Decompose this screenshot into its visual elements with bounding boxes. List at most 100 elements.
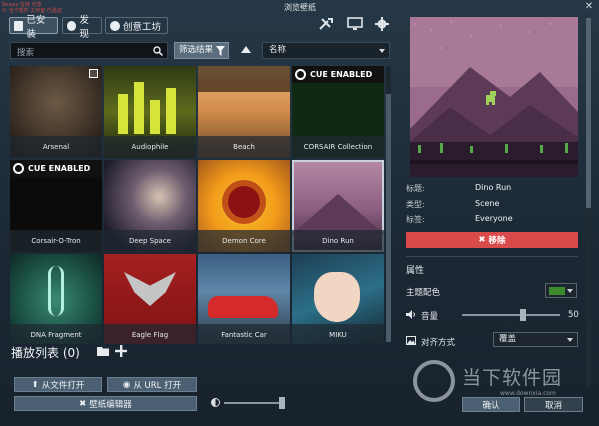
alignment-select[interactable]: 覆盖 [493,332,578,347]
open-url-label: 从 URL 打开 [133,380,182,391]
tags-label: 标签: [406,215,425,224]
wallpaper-tile[interactable]: Deep Space [104,160,196,252]
wallpaper-editor-button[interactable]: ✖ 壁纸编辑器 [14,396,197,411]
wallpaper-tile[interactable]: Eagle Flag [104,254,196,344]
wallpaper-preview [410,17,578,177]
equalizer-bar [150,100,160,134]
gear-icon[interactable] [374,17,390,31]
wallpaper-tile[interactable]: Fantastic Car [198,254,290,344]
properties-header: 属性 [406,266,425,276]
tab-workshop[interactable]: 创意工坊 [105,17,168,34]
add-icon[interactable] [115,345,127,357]
wallpaper-title: Deep Space [104,230,196,252]
cue-enabled-badge: CUE ENABLED [10,160,102,177]
upload-icon: ⬆ [31,379,39,390]
monitor-icon[interactable] [347,17,363,31]
wallpaper-title: Demon Core [198,230,290,252]
confirm-button[interactable]: 确认 [462,397,520,412]
wallpaper-tile[interactable]: CUE ENABLED CORSAIR Collection [292,66,384,158]
steam-icon [110,20,120,31]
sort-ascending-icon[interactable] [241,46,251,53]
playlist-title: 播放列表 (0) [11,346,80,360]
tab-workshop-label: 创意工坊 [123,21,162,33]
search-field[interactable]: 搜索 [10,42,168,59]
watermark-url: www.downxia.com [500,390,556,397]
cancel-button[interactable]: 取消 [524,397,583,412]
wallpaper-browser-window: Snowy 在线 分享 © 当下软件 工作室 已验证 浏览壁纸 ✕ 已安装 发现 … [0,0,599,426]
search-input[interactable]: 搜索 [17,46,34,58]
tab-discover-label: 发现 [79,14,89,40]
tab-discover[interactable]: 发现 [62,15,102,40]
alignment-value: 覆盖 [499,334,517,344]
search-icon[interactable] [153,46,163,56]
wallpaper-title: MIKU [292,324,384,344]
remove-button[interactable]: ✖ 移除 [406,232,578,248]
folder-open-icon[interactable] [97,346,110,357]
volume-label: 音量 [421,312,439,322]
type-label: 类型: [406,200,425,209]
theme-color-label: 主题配色 [406,288,441,298]
cue-enabled-badge: CUE ENABLED [292,66,384,83]
cue-icon [295,69,306,80]
window-title: 浏览壁纸 [284,3,316,12]
dna-helix [48,266,64,316]
equalizer-bar [166,88,176,134]
tools-icon[interactable] [318,17,334,31]
details-scrollbar-thumb[interactable] [586,18,591,208]
alignment-label: 对齐方式 [421,338,456,348]
volume-slider[interactable] [462,314,560,316]
volume-slider-handle[interactable] [520,309,526,321]
color-swatch [549,287,565,295]
title-label: 标题: [406,184,425,193]
wallpaper-tile[interactable]: Dino Run [292,160,384,252]
editor-label: 壁纸编辑器 [89,399,132,410]
theme-color-picker[interactable] [545,283,577,298]
open-file-button[interactable]: ⬆ 从文件打开 [14,377,102,392]
wallpaper-tile[interactable]: Audiophile [104,66,196,158]
chevron-down-icon [567,289,573,293]
open-url-button[interactable]: ◉ 从 URL 打开 [107,377,197,392]
tab-installed-label: 已安装 [26,14,46,40]
wallpaper-tile[interactable]: Demon Core [198,160,290,252]
volume-value: 50 [568,310,579,320]
wrench-icon: ✖ [79,398,87,409]
brightness-slider[interactable] [224,402,284,404]
demon-core-shape [228,186,260,218]
mountain-shape [292,194,384,234]
filter-button[interactable]: 筛选结果 [174,42,229,59]
remove-label: 移除 [488,236,506,246]
watermark-text: 当下软件园 [462,367,563,389]
wallpaper-title: Beach [198,136,290,158]
wallpaper-title: Audiophile [104,136,196,158]
type-value: Scene [475,199,500,208]
car-shape [208,296,278,318]
funnel-icon [216,46,225,56]
equalizer-bar [134,82,144,134]
select-checkbox[interactable] [89,69,98,78]
close-window-icon[interactable]: ✕ [580,0,598,13]
wallpaper-tile[interactable]: Beach [198,66,290,158]
wallpaper-tile[interactable]: Arsenal [10,66,102,158]
compass-icon [67,20,77,31]
divider [406,256,578,257]
sort-label: 名称 [269,45,287,55]
badge-text: CUE ENABLED [310,70,373,79]
brightness-slider-handle[interactable] [279,397,285,409]
brightness-icon [211,398,220,407]
speaker-icon [406,310,415,319]
details-scrollbar-track[interactable] [586,208,591,388]
wallpaper-title: Arsenal [10,136,102,158]
wallpaper-title: Eagle Flag [104,324,196,344]
badge-text: CUE ENABLED [28,164,91,173]
grid-scrollbar-thumb[interactable] [386,94,391,342]
sort-select[interactable]: 名称 [262,42,390,59]
image-icon [406,336,416,345]
wallpaper-tile[interactable]: CUE ENABLED Corsair-O-Tron [10,160,102,252]
wallpaper-tile[interactable]: DNA Fragment [10,254,102,344]
corner-watermark: Snowy 在线 分享 © 当下软件 工作室 已验证 [2,2,62,14]
tab-installed[interactable]: 已安装 [9,15,58,40]
wallpaper-tile[interactable]: MIKU [292,254,384,344]
title-value: Dino Run [475,183,512,192]
tags-value: Everyone [475,214,513,223]
cue-icon [13,163,24,174]
